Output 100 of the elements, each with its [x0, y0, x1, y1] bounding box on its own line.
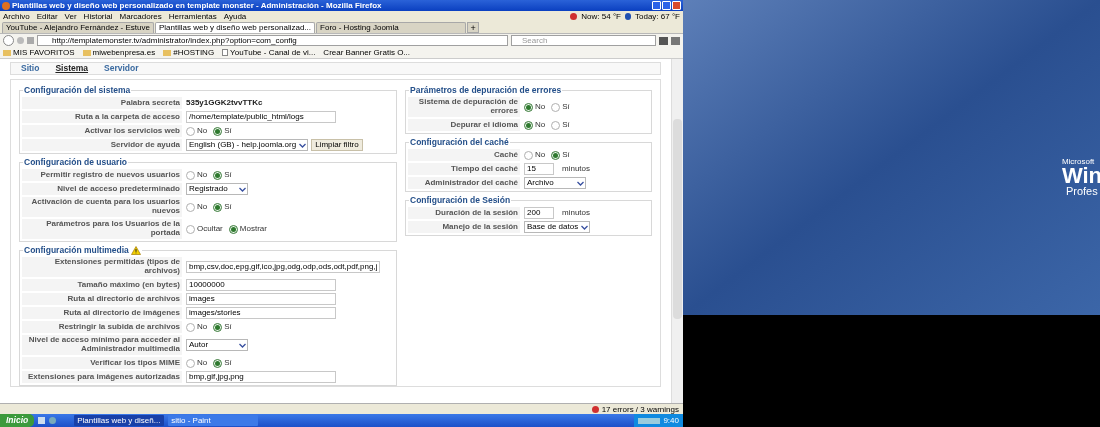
section-title: Configuración multimedia	[24, 244, 129, 257]
close-button[interactable]	[672, 1, 681, 10]
field-label: Sistema de depuración de errores	[417, 97, 518, 115]
radio-button[interactable]	[186, 224, 195, 234]
address-bar[interactable]: http://templatemonster.tv/administrator/index.php?option=com_config	[37, 35, 508, 46]
menu-item[interactable]: Ver	[64, 11, 77, 21]
page-icon	[222, 49, 229, 56]
brand-logo-text: Win	[1061, 166, 1100, 186]
clock: 9:40	[663, 414, 679, 427]
radio-button[interactable]	[524, 120, 533, 130]
text-field[interactable]: bmp,csv,doc,epg,gif,ico,jpg,odg,odp,ods,odt,pdf,png,j	[186, 261, 381, 273]
section-title: Configuración del caché	[410, 136, 509, 149]
radio-button[interactable]	[213, 126, 223, 136]
menu-item[interactable]: Archivo	[3, 11, 30, 21]
bookmark[interactable]: MIS FAVORITOS	[13, 48, 75, 57]
dropdown[interactable]: Base de datos	[524, 221, 591, 233]
field-label: Activación de cuenta para los usuarios nuevos	[30, 197, 180, 215]
radio-label: No	[535, 149, 546, 161]
radio-button[interactable]	[551, 150, 561, 160]
edition-text: Profes	[1064, 186, 1098, 197]
window-title: Plantillas web y diseño web personalizado en template monster - Administración - Mozilla Firefox	[12, 0, 382, 12]
radio-button[interactable]	[551, 120, 561, 130]
field-label: Tiempo del caché	[451, 164, 518, 173]
radio-button[interactable]	[213, 202, 223, 212]
radio-button[interactable]	[186, 358, 195, 368]
field-label: Caché	[494, 150, 518, 159]
radio-button[interactable]	[186, 170, 195, 180]
radio-button[interactable]	[524, 150, 533, 160]
folder-icon	[82, 49, 91, 56]
radio-button[interactable]	[213, 170, 223, 180]
error-icon	[591, 405, 599, 413]
radio-label: No	[197, 201, 208, 213]
browser-tab[interactable]: Foro - Hosting Joomla	[316, 22, 467, 33]
radio-button[interactable]	[186, 126, 195, 136]
field-label: Servidor de ayuda	[110, 140, 180, 149]
minimize-button[interactable]	[652, 1, 661, 10]
config-tab[interactable]: Sistema	[55, 62, 89, 75]
menu-item[interactable]: Marcadores	[119, 11, 162, 21]
task-button[interactable]: Plantillas web y diseñ...	[74, 415, 165, 426]
dropdown[interactable]: Archivo	[524, 177, 586, 189]
field-label: Administrador del caché	[424, 178, 518, 187]
section-title: Configuración de usuario	[24, 156, 127, 169]
text-field[interactable]: /home/template/public_html/logs	[186, 111, 336, 123]
menu-item[interactable]: Herramientas	[168, 11, 217, 21]
radio-button[interactable]	[551, 102, 561, 112]
text-field[interactable]: 15	[524, 163, 554, 175]
warning-icon	[130, 245, 141, 255]
field-label: Nivel de acceso mínimo para acceder al Administrador multimedia	[27, 335, 180, 353]
clear-filter-button[interactable]: Limpiar filtro	[311, 139, 363, 151]
section-title: Configuración de Sesión	[410, 194, 511, 207]
text-field[interactable]: bmp,gif,jpg,png	[186, 371, 336, 383]
radio-button[interactable]	[213, 358, 223, 368]
unit-label: minutos	[562, 163, 590, 175]
radio-button[interactable]	[186, 322, 195, 332]
field-label: Restringir la subida de archivos	[58, 322, 180, 331]
caret-icon	[581, 224, 589, 230]
radio-label: Sí	[224, 125, 232, 137]
folder-icon	[163, 49, 172, 56]
radio-label: No	[535, 101, 546, 113]
field-label: Manejo de la sesión	[442, 222, 518, 231]
bookmark[interactable]: Crear Banner Gratis O...	[323, 48, 411, 57]
dropdown[interactable]: Registrado	[186, 183, 248, 195]
secret-value: 535y1GGK2tvvTTKc	[186, 97, 263, 109]
scrollbar[interactable]	[671, 59, 683, 403]
field-label: Activar los servicios web	[84, 126, 180, 135]
field-label: Ruta al directorio de imágenes	[63, 308, 180, 317]
error-count[interactable]: 17 errors / 3 warnings	[601, 404, 679, 414]
menu-item[interactable]: Editar	[36, 11, 58, 21]
maximize-button[interactable]	[662, 1, 671, 10]
start-button[interactable]: Inicio	[0, 414, 35, 427]
text-field[interactable]: images/stories	[186, 307, 336, 319]
radio-button[interactable]	[228, 224, 238, 234]
text-field[interactable]: images	[186, 293, 336, 305]
radio-label: No	[197, 321, 208, 333]
radio-label: Sí	[224, 169, 232, 181]
config-tab[interactable]: Sitio	[21, 62, 40, 75]
folder-icon	[3, 49, 11, 56]
radio-button[interactable]	[213, 322, 223, 332]
bookmark[interactable]: #HOSTING	[173, 48, 215, 57]
text-field[interactable]: 200	[524, 207, 554, 219]
menu-item[interactable]: Historial	[83, 11, 113, 21]
field-label: Extensiones permitidas (tipos de archivos)	[53, 257, 180, 275]
radio-label: Mostrar	[239, 223, 267, 235]
menu-item[interactable]: Ayuda	[223, 11, 247, 21]
radio-button[interactable]	[186, 202, 195, 212]
bookmark[interactable]: miwebenpresa.es	[92, 48, 156, 57]
config-tab[interactable]: Servidor	[104, 62, 139, 75]
radio-label: Sí	[562, 101, 570, 113]
radio-button[interactable]	[524, 102, 533, 112]
task-button[interactable]: sitio - Paint	[168, 415, 259, 426]
radio-label: Sí	[562, 119, 570, 131]
field-label: Duración de la sesión	[435, 208, 518, 217]
dropdown[interactable]: Autor	[186, 339, 248, 351]
bookmark[interactable]: YouTube - Canal de vi...	[230, 48, 316, 57]
unit-label: minutos	[562, 207, 590, 219]
radio-label: No	[197, 357, 208, 369]
dropdown[interactable]: English (GB) - help.joomla.org	[186, 139, 309, 151]
caret-icon	[299, 142, 307, 148]
text-field[interactable]: 10000000	[186, 279, 336, 291]
weather-today: Today: 67 °F	[635, 11, 680, 21]
